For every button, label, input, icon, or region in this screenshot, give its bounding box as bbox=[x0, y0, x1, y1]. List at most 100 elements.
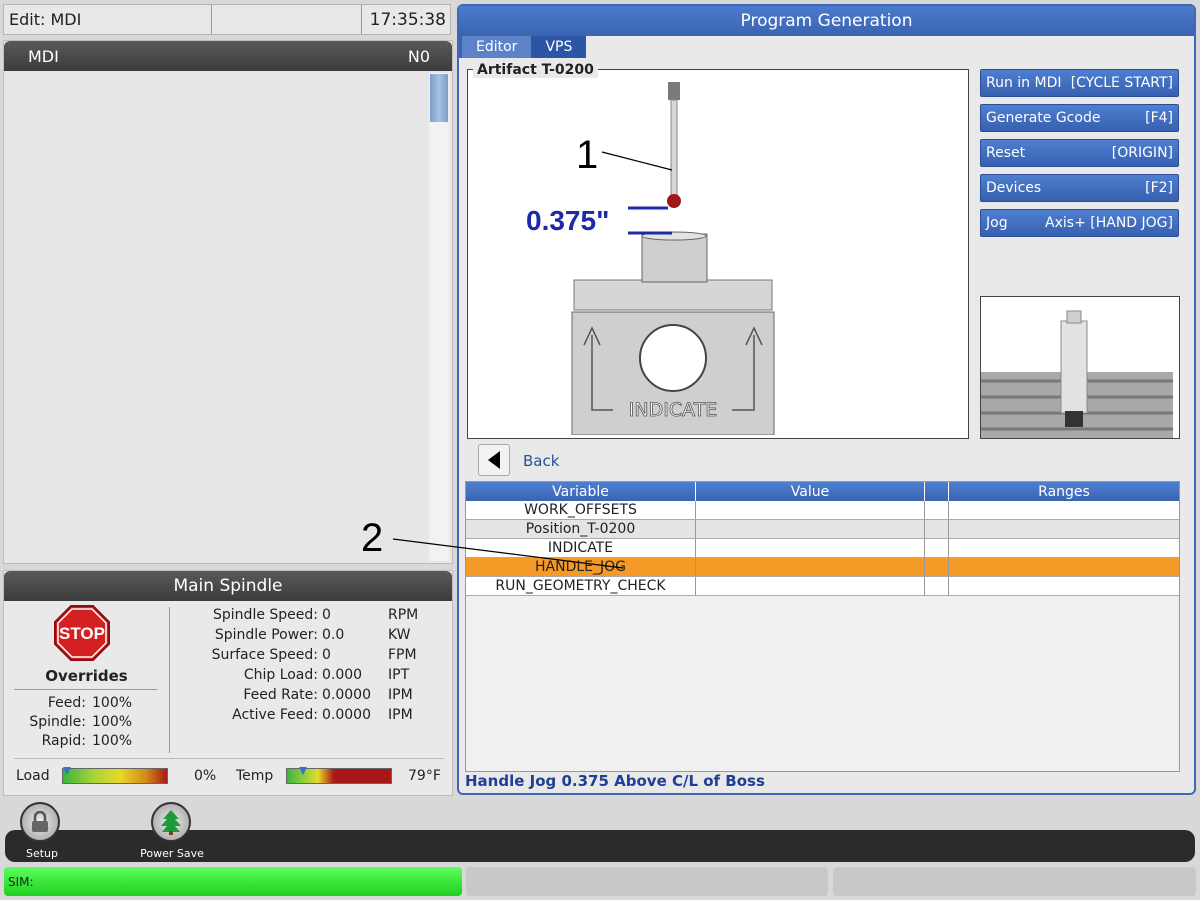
reset-button[interactable]: Reset [ORIGIN] bbox=[980, 139, 1179, 167]
run-in-mdi-button[interactable]: Run in MDI [CYCLE START] bbox=[980, 69, 1179, 97]
indicate-text: INDICATE bbox=[629, 399, 717, 421]
mdi-scrollbar[interactable] bbox=[429, 73, 449, 561]
artifact-label: Artifact T-0200 bbox=[473, 62, 598, 78]
range-cell bbox=[949, 577, 1179, 595]
button-label: Reset bbox=[986, 145, 1026, 161]
variable-cell: RUN_GEOMETRY_CHECK bbox=[466, 577, 696, 595]
value-cell[interactable] bbox=[696, 539, 925, 557]
blank-cell bbox=[925, 520, 949, 538]
mdi-line-number: N0 bbox=[407, 46, 430, 66]
value-cell[interactable] bbox=[696, 577, 925, 595]
generate-gcode-button[interactable]: Generate Gcode [F4] bbox=[980, 104, 1179, 132]
range-cell bbox=[949, 520, 1179, 538]
status-message: Handle Jog 0.375 Above C/L of Boss bbox=[465, 772, 765, 790]
override-value: 100% bbox=[92, 714, 133, 730]
stat-label: Spindle Speed: bbox=[213, 607, 318, 623]
tab-editor[interactable]: Editor bbox=[462, 36, 532, 58]
divider bbox=[169, 607, 170, 753]
stat-value: 0.000 bbox=[322, 667, 363, 683]
stat-chip-load: Chip Load: 0.000 IPT bbox=[172, 665, 452, 685]
value-cell[interactable] bbox=[696, 501, 925, 519]
overrides-title: Overrides bbox=[45, 667, 128, 685]
fixture-top bbox=[573, 279, 773, 311]
range-cell bbox=[949, 539, 1179, 557]
status-bar: Edit: MDI 17:35:38 bbox=[3, 4, 451, 35]
fixture-block bbox=[1060, 320, 1088, 414]
button-shortcut: Axis+ [HAND JOG] bbox=[1045, 215, 1173, 231]
power-save-label: Power Save bbox=[140, 847, 204, 860]
setup-control[interactable]: Setup bbox=[20, 802, 64, 860]
thumbnail-drawing bbox=[981, 310, 1173, 438]
status-message bbox=[212, 5, 362, 34]
devices-button[interactable]: Devices [F2] bbox=[980, 174, 1179, 202]
stat-feed-rate: Feed Rate: 0.0000 IPM bbox=[172, 685, 452, 705]
override-value: 100% bbox=[92, 733, 133, 749]
stat-unit: FPM bbox=[388, 647, 417, 663]
stop-text: STOP bbox=[59, 624, 105, 643]
jog-button[interactable]: Jog Axis+ [HAND JOG] bbox=[980, 209, 1179, 237]
button-label: Devices bbox=[986, 180, 1042, 196]
divider bbox=[14, 689, 157, 690]
mode-display: Edit: MDI bbox=[4, 5, 212, 34]
override-feed: Feed: 100% bbox=[14, 695, 149, 711]
stat-label: Chip Load: bbox=[243, 667, 318, 683]
temp-value: 79°F bbox=[408, 768, 441, 784]
boss bbox=[641, 233, 708, 283]
temp-marker-icon bbox=[298, 767, 307, 775]
back-button[interactable] bbox=[478, 444, 510, 476]
bore-hole bbox=[639, 324, 707, 392]
range-cell bbox=[949, 558, 1179, 576]
override-value: 100% bbox=[92, 695, 133, 711]
blank-cell bbox=[925, 558, 949, 576]
tab-bar: Editor VPS bbox=[459, 36, 1194, 58]
callout-2-overlay: 2 bbox=[361, 516, 624, 569]
table-header: Variable Value Ranges bbox=[466, 482, 1179, 501]
tab-vps[interactable]: VPS bbox=[531, 36, 587, 58]
button-shortcut: [CYCLE START] bbox=[1070, 75, 1173, 91]
column-header-ranges[interactable]: Ranges bbox=[949, 482, 1179, 501]
table-row[interactable]: RUN_GEOMETRY_CHECK bbox=[466, 577, 1179, 596]
button-shortcut: [ORIGIN] bbox=[1111, 145, 1173, 161]
stat-surface-speed: Surface Speed: 0 FPM bbox=[172, 645, 452, 665]
override-label: Spindle: bbox=[29, 714, 86, 730]
tree-icon[interactable] bbox=[151, 802, 191, 842]
stat-label: Spindle Power: bbox=[214, 627, 318, 643]
stat-value: 0.0 bbox=[322, 627, 345, 643]
clock: 17:35:38 bbox=[369, 9, 446, 30]
lock-icon[interactable] bbox=[20, 802, 60, 842]
mdi-scroll-thumb[interactable] bbox=[430, 74, 448, 122]
dimension-label: 0.375" bbox=[526, 205, 609, 236]
main-spindle-panel: Main Spindle STOP Overrides Feed: 100% S… bbox=[3, 570, 453, 796]
stat-value: 0.0000 bbox=[322, 707, 371, 723]
stop-icon[interactable]: STOP bbox=[54, 605, 110, 661]
back-link[interactable]: Back bbox=[523, 452, 559, 470]
column-header-blank bbox=[925, 482, 949, 501]
artifact-drawing: INDICATE 0.375" 1 bbox=[526, 82, 775, 436]
stat-label: Active Feed: bbox=[232, 707, 318, 723]
load-meter bbox=[62, 767, 168, 784]
callout-1: 1 bbox=[576, 133, 598, 177]
button-label: Run in MDI bbox=[986, 75, 1062, 91]
stat-label: Surface Speed: bbox=[211, 647, 318, 663]
status-box bbox=[466, 867, 828, 896]
callout-2: 2 bbox=[361, 516, 383, 560]
value-cell[interactable] bbox=[696, 558, 925, 576]
blank-cell bbox=[925, 501, 949, 519]
button-label: Generate Gcode bbox=[986, 110, 1101, 126]
override-label: Feed: bbox=[47, 695, 86, 711]
sim-label: SIM: bbox=[8, 874, 34, 889]
stat-label: Feed Rate: bbox=[243, 687, 318, 703]
artifact-image: INDICATE 0.375" 1 bbox=[467, 69, 969, 439]
column-header-value[interactable]: Value bbox=[696, 482, 925, 501]
stat-value: 0.0000 bbox=[322, 687, 371, 703]
power-save-control[interactable]: Power Save bbox=[140, 802, 204, 860]
stat-unit: IPT bbox=[388, 667, 410, 683]
stat-unit: RPM bbox=[388, 607, 419, 623]
value-cell[interactable] bbox=[696, 520, 925, 538]
program-generation-window: Program Generation Editor VPS INDICATE 0… bbox=[457, 4, 1196, 795]
mdi-panel[interactable]: MDI N0 bbox=[3, 40, 453, 564]
column-header-variable[interactable]: Variable bbox=[466, 482, 696, 501]
divider bbox=[14, 758, 444, 759]
load-label: Load bbox=[16, 768, 50, 784]
override-spindle: Spindle: 100% bbox=[14, 714, 149, 730]
